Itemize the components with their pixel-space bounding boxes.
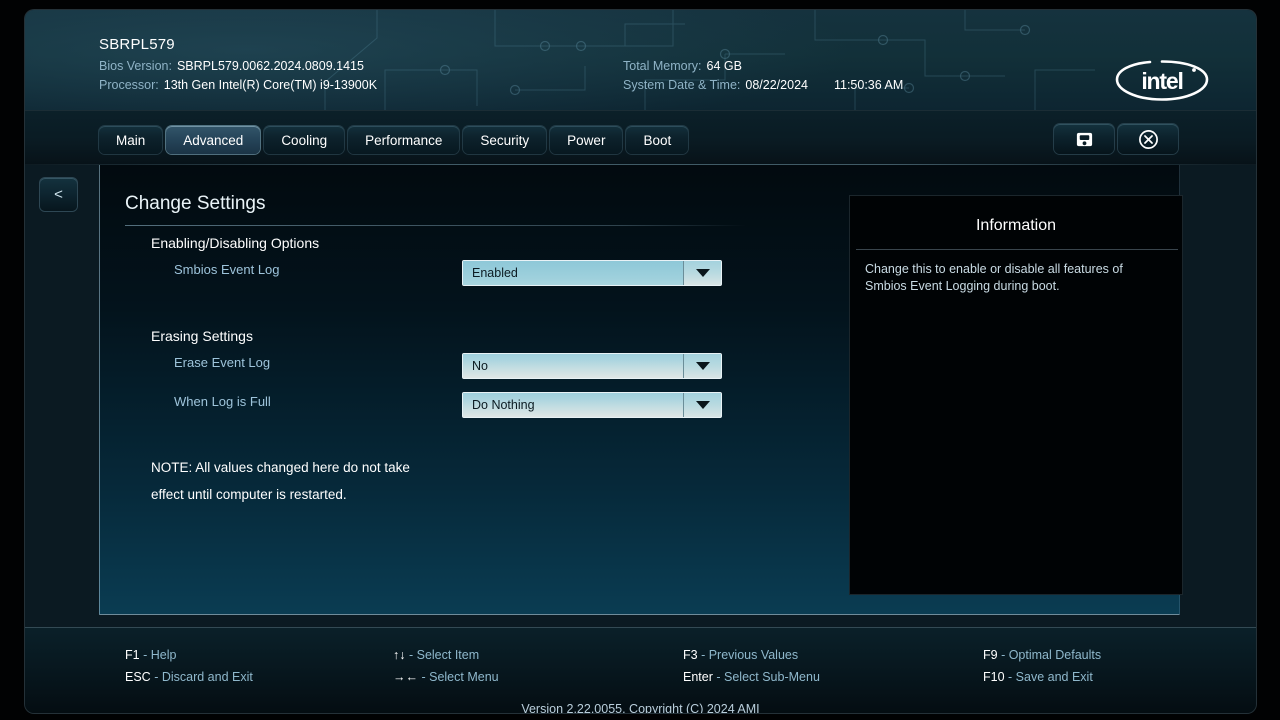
option-label-erase-event-log: Erase Event Log — [174, 355, 271, 370]
processor-value: 13th Gen Intel(R) Core(TM) i9-13900K — [163, 78, 378, 92]
tab-cooling-label: Cooling — [281, 132, 328, 148]
exit-button[interactable] — [1118, 124, 1178, 154]
note-line-1: NOTE: All values changed here do not tak… — [151, 460, 410, 475]
board-name: SBRPL579 — [99, 36, 175, 53]
tab-performance-label: Performance — [365, 132, 443, 148]
tab-boot-label: Boot — [643, 132, 672, 148]
shortcut-select-item-desc: - Select Item — [408, 648, 480, 662]
bios-panel: SBRPL579 Bios Version: SBRPL579.0062.2024… — [25, 10, 1256, 713]
shortcut-f10: F10 - Save and Exit — [983, 670, 1101, 684]
shortcut-enter-key: Enter — [683, 670, 713, 684]
shortcut-f9: F9 - Optimal Defaults — [983, 648, 1101, 662]
shortcut-select-item-key: ↑↓ — [393, 648, 406, 662]
shortcut-select-item: ↑↓ - Select Item — [393, 648, 499, 662]
chevron-down-icon — [683, 393, 721, 417]
information-title: Information — [975, 217, 1057, 234]
dropdown-smbios-event-log[interactable]: Enabled — [462, 260, 722, 286]
shortcut-enter-desc: - Select Sub-Menu — [716, 670, 820, 684]
dropdown-smbios-event-log-value: Enabled — [463, 261, 683, 285]
tab-main-label: Main — [116, 132, 146, 148]
back-chevron-icon: < — [54, 186, 63, 203]
tab-main[interactable]: Main — [99, 126, 163, 154]
tab-security-label: Security — [480, 132, 530, 148]
dropdown-erase-event-log-value: No — [463, 354, 683, 378]
tab-power[interactable]: Power — [550, 126, 623, 154]
shortcut-enter: Enter - Select Sub-Menu — [683, 670, 820, 684]
shortcut-esc-desc: - Discard and Exit — [154, 670, 253, 684]
tab-performance[interactable]: Performance — [348, 126, 460, 154]
save-icon — [1076, 132, 1092, 146]
information-body: Change this to enable or disable all fea… — [865, 262, 1123, 293]
shortcut-f1-desc: - Help — [143, 648, 177, 662]
chevron-down-icon — [683, 261, 721, 285]
option-label-when-log-is-full: When Log is Full — [174, 394, 271, 409]
footer-column-3: F3 - Previous Values Enter - Select Sub-… — [683, 648, 820, 692]
shortcut-f9-desc: - Optimal Defaults — [1001, 648, 1102, 662]
shortcut-f10-desc: - Save and Exit — [1008, 670, 1093, 684]
total-memory-label: Total Memory: — [623, 59, 702, 73]
total-memory-row: Total Memory: 64 GB — [623, 59, 742, 73]
tab-bar: Main Advanced Cooling Performance Securi… — [25, 110, 1256, 165]
tab-cooling[interactable]: Cooling — [264, 126, 345, 154]
title-divider — [125, 225, 746, 226]
chevron-down-icon — [683, 354, 721, 378]
bios-version-label: Bios Version: — [99, 59, 172, 73]
intel-logo: intel — [1115, 60, 1209, 101]
shortcut-f10-key: F10 — [983, 670, 1005, 684]
shortcut-select-menu: →← - Select Menu — [393, 670, 499, 684]
information-divider — [856, 249, 1178, 250]
save-button[interactable] — [1054, 124, 1114, 154]
shortcut-f1-key: F1 — [125, 648, 140, 662]
tab-advanced[interactable]: Advanced — [166, 126, 261, 154]
dropdown-when-log-is-full[interactable]: Do Nothing — [462, 392, 722, 418]
shortcut-select-menu-key: →← — [393, 670, 418, 684]
note-line-2: effect until computer is restarted. — [151, 487, 347, 502]
dropdown-when-log-is-full-value: Do Nothing — [463, 393, 683, 417]
system-datetime-row: System Date & Time: 08/22/2024 11:50:36 AM — [623, 78, 903, 92]
header: SBRPL579 Bios Version: SBRPL579.0062.2024… — [25, 10, 1256, 110]
system-time-value: 11:50:36 AM — [833, 78, 904, 92]
footer-column-2: ↑↓ - Select Item →← - Select Menu — [393, 648, 499, 692]
bios-screen: SBRPL579 Bios Version: SBRPL579.0062.2024… — [0, 0, 1280, 720]
shortcut-f1: F1 - Help — [125, 648, 253, 662]
svg-text:intel: intel — [1141, 68, 1182, 94]
shortcut-esc-key: ESC — [125, 670, 151, 684]
bios-version-row: Bios Version: SBRPL579.0062.2024.0809.141… — [99, 59, 364, 73]
shortcut-esc: ESC - Discard and Exit — [125, 670, 253, 684]
shortcut-f9-key: F9 — [983, 648, 998, 662]
information-panel: Information Change this to enable or dis… — [849, 195, 1183, 595]
tab-power-label: Power — [567, 132, 606, 148]
page-title: Change Settings — [125, 193, 266, 214]
footer-column-4: F9 - Optimal Defaults F10 - Save and Exi… — [983, 648, 1101, 692]
tab-list: Main Advanced Cooling Performance Securi… — [99, 126, 689, 154]
tab-advanced-label: Advanced — [183, 132, 244, 148]
footer: F1 - Help ESC - Discard and Exit ↑↓ - Se… — [25, 627, 1256, 713]
back-button[interactable]: < — [40, 178, 77, 211]
group-heading-erasing-settings: Erasing Settings — [151, 328, 253, 344]
total-memory-value: 64 GB — [706, 59, 742, 73]
close-icon — [1138, 129, 1158, 149]
dropdown-erase-event-log[interactable]: No — [462, 353, 722, 379]
processor-label: Processor: — [99, 78, 159, 92]
version-copyright: Version 2.22.0055. Copyright (C) 2024 AM… — [521, 702, 760, 713]
system-datetime-label: System Date & Time: — [623, 78, 741, 92]
option-label-smbios-event-log: Smbios Event Log — [174, 262, 280, 277]
shortcut-select-menu-desc: - Select Menu — [421, 670, 499, 684]
processor-row: Processor: 13th Gen Intel(R) Core(TM) i9-… — [99, 78, 377, 92]
footer-column-1: F1 - Help ESC - Discard and Exit — [125, 648, 253, 692]
shortcut-f3-desc: - Previous Values — [701, 648, 799, 662]
settings-content-panel: Change Settings Enabling/Disabling Optio… — [99, 165, 1183, 615]
shortcut-f3: F3 - Previous Values — [683, 648, 820, 662]
system-date-value: 08/22/2024 — [745, 78, 808, 92]
shortcut-f3-key: F3 — [683, 648, 698, 662]
tab-boot[interactable]: Boot — [626, 126, 689, 154]
header-action-buttons — [1054, 124, 1178, 154]
bios-version-value: SBRPL579.0062.2024.0809.1415 — [176, 59, 364, 73]
tab-security[interactable]: Security — [463, 126, 547, 154]
group-heading-enabling-disabling: Enabling/Disabling Options — [151, 235, 320, 251]
